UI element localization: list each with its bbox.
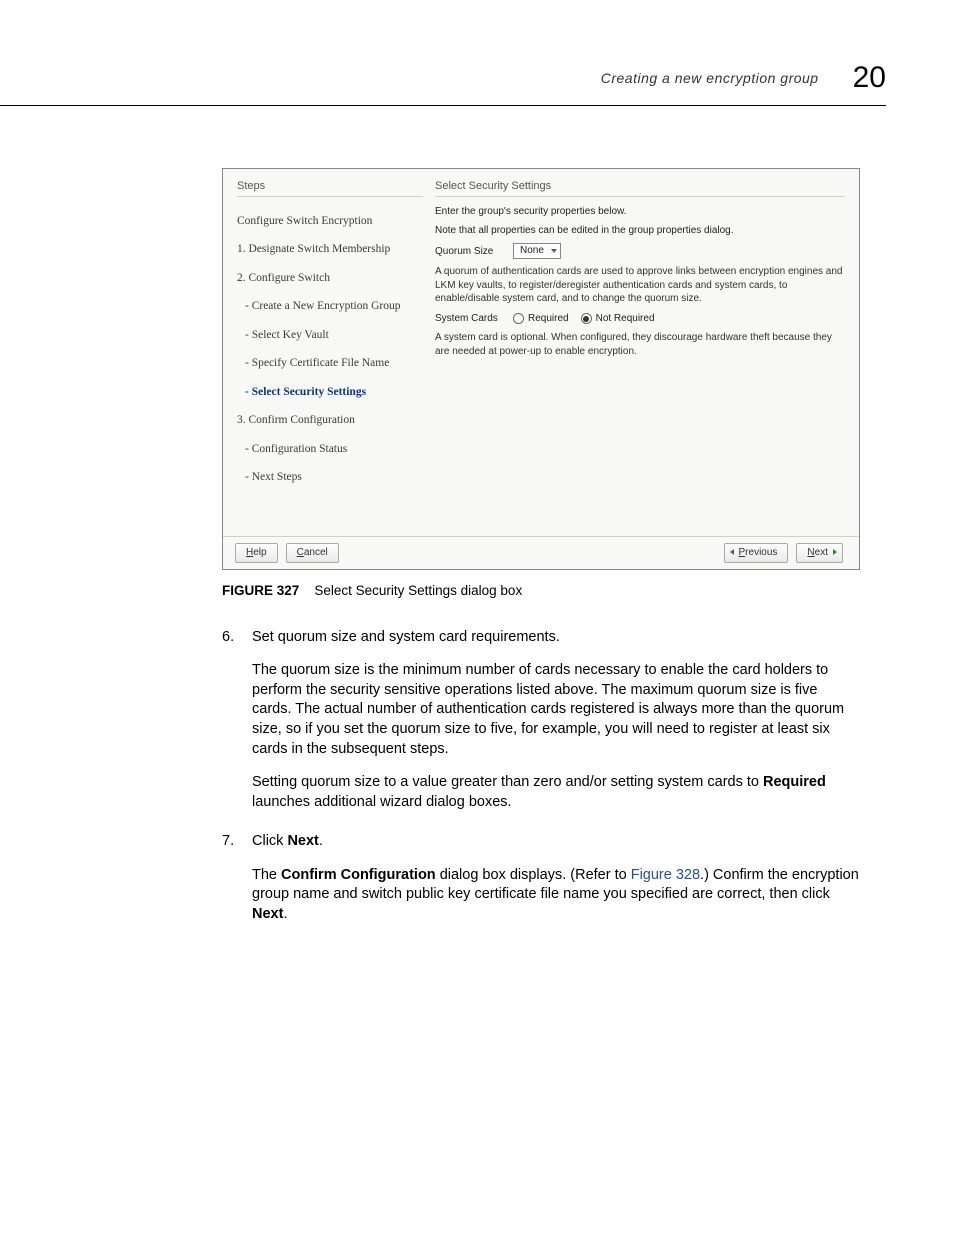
chapter-number: 20: [853, 58, 886, 99]
quorum-label: Quorum Size: [435, 245, 513, 259]
step-3b: - Next Steps: [237, 464, 423, 493]
dialog-screenshot: Steps Configure Switch Encryption 1. Des…: [222, 168, 886, 570]
step-3a: - Configuration Status: [237, 435, 423, 464]
step-2d-selected: - Select Security Settings: [237, 378, 423, 407]
step-6: 6. Set quorum size and system card requi…: [222, 628, 860, 813]
radio-dot-icon: [581, 313, 592, 324]
next-button[interactable]: Next: [796, 543, 843, 563]
button-bar: Help Cancel Previous Next: [223, 536, 859, 569]
text: .: [319, 833, 323, 849]
step-6-para-1: The quorum size is the minimum number of…: [252, 661, 860, 759]
text: dialog box displays. (Refer to: [436, 867, 631, 883]
text: Setting quorum size to a value greater t…: [252, 774, 763, 790]
step-7-para: The Confirm Configuration dialog box dis…: [252, 866, 860, 925]
required-bold: Required: [763, 774, 826, 790]
main-panel: Select Security Settings Enter the group…: [429, 169, 859, 537]
main-title: Select Security Settings: [435, 179, 845, 194]
confirm-config-bold: Confirm Configuration: [281, 867, 436, 883]
steps-label: Steps: [237, 179, 423, 194]
step-6-number: 6.: [222, 628, 234, 648]
text: launches additional wizard dialog boxes.: [252, 794, 512, 810]
step-7-headline: Click Next.: [252, 832, 860, 852]
figure-caption: FIGURE 327 Select Security Settings dial…: [222, 582, 954, 600]
step-7-number: 7.: [222, 832, 234, 852]
step-3: 3. Confirm Configuration: [237, 407, 423, 436]
step-2b: - Select Key Vault: [237, 321, 423, 350]
text: Click: [252, 833, 287, 849]
text: .: [283, 906, 287, 922]
step-6-headline: Set quorum size and system card requirem…: [252, 628, 860, 648]
separator: [435, 196, 845, 197]
radio-dot-icon: [513, 313, 524, 324]
system-cards-note: A system card is optional. When configur…: [435, 331, 845, 358]
step-1: 1. Designate Switch Membership: [237, 236, 423, 265]
next-bold-2: Next: [252, 906, 283, 922]
intro-1: Enter the group's security properties be…: [435, 205, 845, 219]
step-7: 7. Click Next. The Confirm Configuration…: [222, 832, 860, 924]
figure-text: Select Security Settings dialog box: [314, 583, 522, 598]
previous-button[interactable]: Previous: [724, 543, 789, 563]
step-2c: - Specify Certificate File Name: [237, 350, 423, 379]
intro-2: Note that all properties can be edited i…: [435, 224, 845, 238]
step-2: 2. Configure Switch: [237, 264, 423, 293]
text: The: [252, 867, 281, 883]
body-text: 6. Set quorum size and system card requi…: [222, 628, 860, 925]
quorum-row: Quorum Size None: [435, 243, 845, 259]
step-2a: - Create a New Encryption Group: [237, 293, 423, 322]
security-settings-dialog: Steps Configure Switch Encryption 1. Des…: [222, 168, 860, 570]
figure-328-link[interactable]: Figure 328: [631, 867, 700, 883]
radio-required[interactable]: Required: [513, 312, 569, 326]
steps-panel: Steps Configure Switch Encryption 1. Des…: [223, 169, 429, 537]
radio-required-label: Required: [528, 312, 569, 326]
system-cards-row: System Cards Required Not Required: [435, 312, 845, 326]
steps-heading: Configure Switch Encryption: [237, 207, 423, 236]
next-bold: Next: [287, 833, 318, 849]
cancel-button[interactable]: Cancel: [286, 543, 339, 563]
help-button[interactable]: Help: [235, 543, 278, 563]
radio-not-required-label: Not Required: [596, 312, 655, 326]
quorum-note: A quorum of authentication cards are use…: [435, 265, 845, 306]
separator: [237, 196, 423, 197]
system-cards-label: System Cards: [435, 312, 513, 326]
figure-label: FIGURE 327: [222, 583, 299, 598]
radio-not-required[interactable]: Not Required: [581, 312, 655, 326]
rule: [0, 105, 886, 106]
step-6-para-2: Setting quorum size to a value greater t…: [252, 773, 860, 812]
running-title: Creating a new encryption group: [601, 69, 819, 88]
quorum-select[interactable]: None: [513, 243, 561, 259]
running-head: Creating a new encryption group 20: [0, 58, 886, 106]
